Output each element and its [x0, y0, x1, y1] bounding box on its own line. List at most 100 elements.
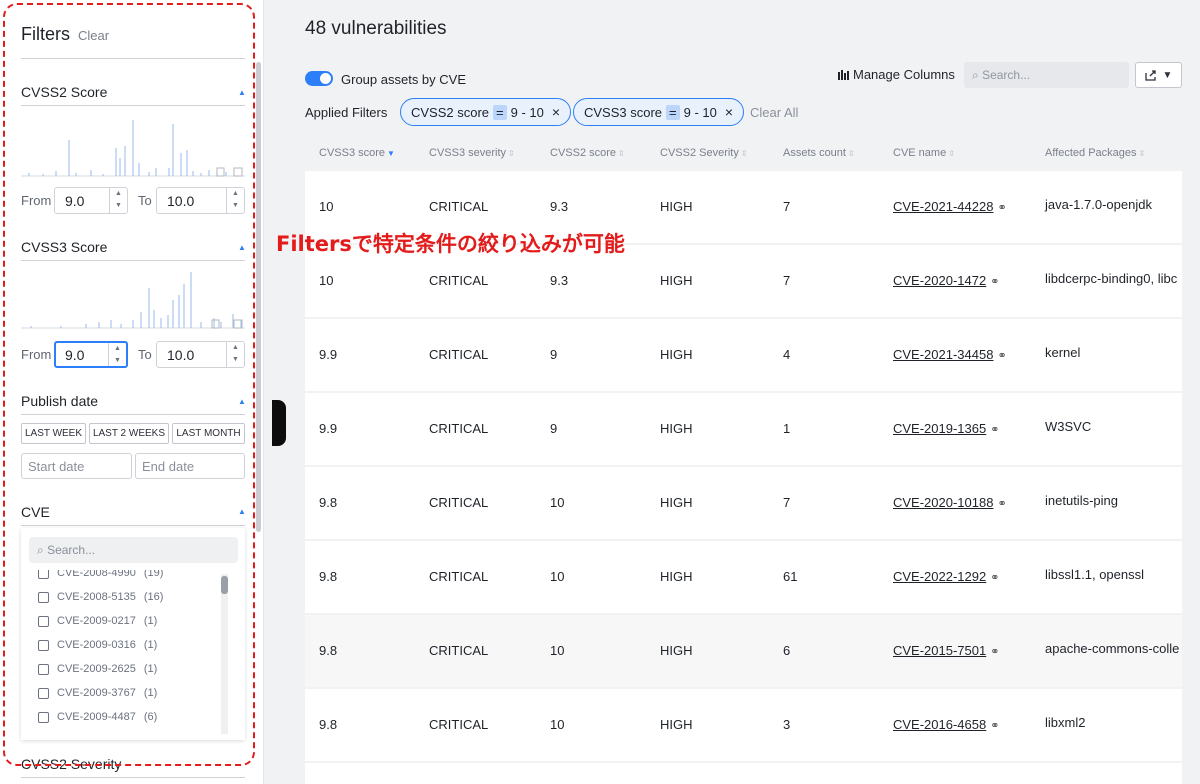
cve-list-item[interactable]: CVE-2009-2625 (1)	[38, 660, 157, 678]
stepper-icon[interactable]: ▲ ▼	[109, 188, 127, 213]
last-week-button[interactable]: LAST WEEK	[21, 423, 86, 444]
export-button[interactable]: ▼	[1135, 62, 1182, 88]
cve-list-item[interactable]: CVE-2009-4487 (6)	[38, 708, 157, 726]
column-header-cvss2-score[interactable]: CVSS2 score ⇳	[550, 147, 625, 159]
filters-clear-button[interactable]: Clear	[78, 28, 109, 43]
cve-item-count: (6)	[143, 711, 158, 723]
cve-list-item[interactable]: CVE-2008-4990 (19)	[38, 570, 163, 582]
filter-chip-cvss2[interactable]: CVSS2 score = 9 - 10 ×	[400, 98, 572, 126]
cvss2-to-label: To	[138, 193, 152, 208]
sort-icon: ⇳	[847, 149, 855, 158]
cvss2-score-title: CVSS2 Score	[21, 84, 108, 100]
cvss3-to-input[interactable]: 10.0 ▲ ▼	[156, 341, 245, 368]
last-month-button[interactable]: LAST MONTH	[172, 423, 245, 444]
cve-link-text[interactable]: CVE-2021-34458	[893, 347, 993, 362]
chip-name: CVSS2 score	[411, 104, 490, 120]
stepper-icon[interactable]: ▲ ▼	[226, 188, 244, 213]
cve-link[interactable]: CVE-2021-34458 ⚭	[893, 347, 1007, 362]
cell-affected-packages: apache-commons-colle	[1045, 641, 1180, 656]
link-icon: ⚭	[997, 498, 1007, 510]
start-date-input[interactable]: Start date	[21, 453, 132, 479]
sort-icon: ⇳	[618, 149, 625, 158]
cve-link-text[interactable]: CVE-2020-10188	[893, 495, 993, 510]
cve-search-placeholder: Search...	[47, 543, 96, 557]
cve-link-text[interactable]: CVE-2015-7501	[893, 643, 986, 658]
table-row[interactable]: 9.8 CRITICAL 10 HIGH 7 CVE-2020-10188 ⚭ i…	[305, 467, 1182, 539]
column-header-cvss2-severity[interactable]: CVSS2 Severity ⇳	[660, 147, 748, 159]
table-row[interactable]: 9.8 CRITICAL 10 HIGH 61 CVE-2022-1292 ⚭ l…	[305, 541, 1182, 613]
stepper-icon[interactable]: ▲ ▼	[108, 343, 126, 366]
table-search-input[interactable]: ⌕ Search...	[964, 62, 1129, 88]
cvss2-from-input[interactable]: 9.0 ▲ ▼	[54, 187, 128, 214]
sidebar-collapse-handle[interactable]	[272, 400, 286, 446]
scrollbar-thumb[interactable]	[221, 576, 228, 594]
publish-collapse-caret-icon[interactable]: ▲	[238, 397, 246, 406]
last-2-weeks-button[interactable]: LAST 2 WEEKS	[89, 423, 169, 444]
cve-link-text[interactable]: CVE-2021-44228	[893, 199, 993, 214]
checkbox[interactable]	[38, 687, 49, 699]
cve-filter-panel: ⌕ Search... CVE-2008-4990 (19) CVE-2008-5…	[21, 528, 245, 740]
cvss3-to-value: 10.0	[167, 347, 195, 363]
close-icon[interactable]: ×	[552, 104, 560, 120]
table-row[interactable]: 9.8 CRITICAL 10 HIGH 6 CVE-2015-7501 ⚭ ap…	[305, 615, 1182, 687]
cve-link-text[interactable]: CVE-2022-1292	[893, 569, 986, 584]
table-row[interactable]: 9.9 CRITICAL 9 HIGH 4 CVE-2021-34458 ⚭ ke…	[305, 319, 1182, 391]
cvss3-from-input[interactable]: 9.0 ▲ ▼	[54, 341, 128, 368]
clear-all-button[interactable]: Clear All	[750, 105, 798, 120]
cve-link[interactable]: CVE-2022-1292 ⚭	[893, 569, 999, 584]
cvss2-range: From 9.0 ▲ ▼ To 10.0 ▲ ▼	[21, 187, 245, 215]
sidebar-scrollbar[interactable]	[256, 62, 261, 532]
checkbox[interactable]	[38, 570, 49, 579]
cell-cvss2-severity: HIGH	[660, 421, 693, 436]
divider	[21, 58, 245, 59]
checkbox[interactable]	[38, 639, 49, 651]
close-icon[interactable]: ×	[725, 104, 733, 120]
cve-link[interactable]: CVE-2019-1365 ⚭	[893, 421, 999, 436]
checkbox[interactable]	[38, 615, 49, 627]
cvss3-collapse-caret-icon[interactable]: ▲	[238, 243, 246, 252]
divider	[21, 777, 245, 778]
table-row[interactable]: 9.9 CRITICAL 9 HIGH 1 CVE-2019-1365 ⚭ W3S…	[305, 393, 1182, 465]
cve-link-text[interactable]: CVE-2020-1472	[893, 273, 986, 288]
column-header-cvss3-score[interactable]: CVSS3 score ▼	[319, 147, 395, 159]
chip-value: 9 - 10	[683, 104, 717, 120]
cve-search-input[interactable]: ⌕ Search...	[29, 537, 238, 563]
cell-affected-packages: libdcerpc-binding0, libc	[1045, 271, 1178, 286]
column-header-cvss3-severity[interactable]: CVSS3 severity ⇳	[429, 147, 515, 159]
cve-link[interactable]: CVE-2020-10188 ⚭	[893, 495, 1007, 510]
cve-link[interactable]: CVE-2015-7501 ⚭	[893, 643, 999, 658]
cvss2-from-value: 9.0	[65, 193, 85, 209]
manage-columns-button[interactable]: Manage Columns	[838, 67, 955, 82]
group-assets-toggle[interactable]	[305, 71, 333, 86]
cve-collapse-caret-icon[interactable]: ▲	[238, 507, 246, 516]
cvss2-collapse-caret-icon[interactable]: ▲	[238, 88, 246, 97]
cve-list-scrollbar[interactable]	[221, 574, 228, 734]
sort-icon: ⇳	[508, 149, 515, 158]
filter-chip-cvss3[interactable]: CVSS3 score = 9 - 10 ×	[573, 98, 745, 126]
stepper-icon[interactable]: ▲ ▼	[226, 342, 244, 367]
checkbox[interactable]	[38, 591, 49, 603]
table-row[interactable]: 9.8 CRITICAL 10 HIGH 3 CVE-2016-4658 ⚭ li…	[305, 689, 1182, 761]
column-header-affected-packages[interactable]: Affected Packages ⇳	[1045, 147, 1145, 159]
column-label: Assets count	[783, 147, 846, 159]
cve-link[interactable]: CVE-2020-1472 ⚭	[893, 273, 999, 288]
cvss3-histogram	[21, 272, 245, 329]
divider	[21, 414, 245, 415]
cve-link-text[interactable]: CVE-2016-4658	[893, 717, 986, 732]
cvss2-severity-title: CVSS2 Severity	[21, 756, 122, 772]
table-row[interactable]	[305, 763, 1182, 784]
checkbox[interactable]	[38, 663, 49, 675]
end-date-input[interactable]: End date	[135, 453, 245, 479]
cell-affected-packages: libssl1.1, openssl	[1045, 567, 1144, 582]
cve-list-item[interactable]: CVE-2009-3767 (1)	[38, 684, 157, 702]
cve-list-item[interactable]: CVE-2009-0217 (1)	[38, 612, 157, 630]
cvss2-to-input[interactable]: 10.0 ▲ ▼	[156, 187, 245, 214]
cve-link-text[interactable]: CVE-2019-1365	[893, 421, 986, 436]
cve-list-item[interactable]: CVE-2008-5135 (16)	[38, 588, 163, 606]
cve-link[interactable]: CVE-2021-44228 ⚭	[893, 199, 1007, 214]
cve-link[interactable]: CVE-2016-4658 ⚭	[893, 717, 999, 732]
column-header-cve-name[interactable]: CVE name ⇳	[893, 147, 955, 159]
cve-list-item[interactable]: CVE-2009-0316 (1)	[38, 636, 157, 654]
column-header-assets-count[interactable]: Assets count ⇳	[783, 147, 855, 159]
checkbox[interactable]	[38, 711, 49, 723]
